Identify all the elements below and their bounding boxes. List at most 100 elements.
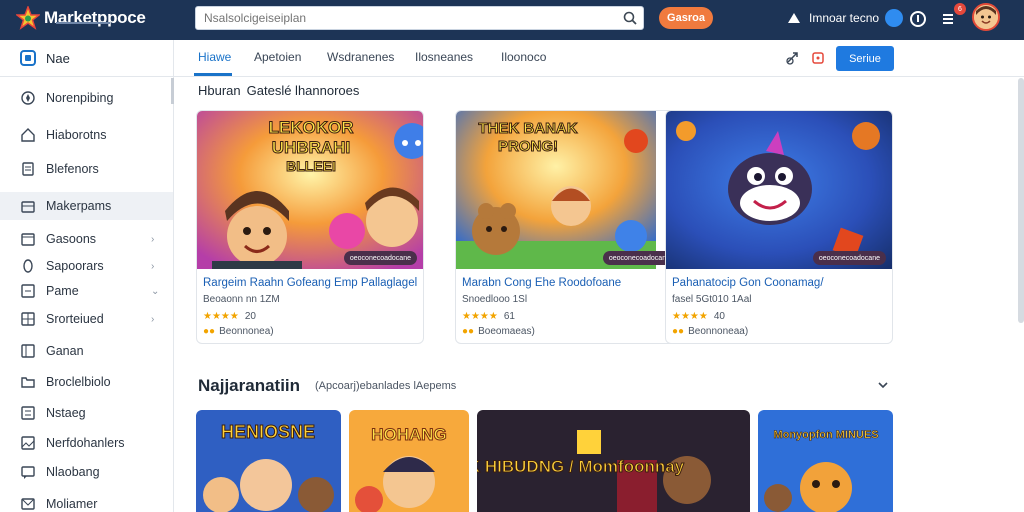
rating-stars: ★★★★ 61 [462, 311, 515, 322]
sidebar-item-label: Nerfdohanlers [46, 436, 125, 450]
tab-iloonoco[interactable]: Iloonoco [501, 50, 546, 64]
game-tile[interactable]: HENIOSNE [196, 410, 341, 512]
sidebar-item-hiaborotns[interactable]: Hiaborotns [0, 121, 173, 149]
search-input[interactable] [196, 7, 617, 29]
dots-icon: ●● [672, 326, 685, 337]
search-icon[interactable] [617, 7, 643, 29]
sidebar-item-label: Makerpams [46, 199, 112, 213]
search-box[interactable] [195, 6, 644, 30]
sidebar-item-nerfdohanlers[interactable]: Nerfdohanlers [0, 429, 173, 457]
sidebar-item-sapoorars[interactable]: Sapoorars › [0, 252, 173, 280]
brand-logo[interactable]: Marketppoce [16, 6, 146, 30]
sidebar-item-label: Srorteiued [46, 312, 104, 326]
cta-button[interactable]: Gasroa [659, 7, 713, 29]
sidebar-item-makerpams[interactable]: Makerpams [0, 192, 173, 220]
alert-icon[interactable] [810, 50, 826, 66]
card-meta: Snoedlooo 1Sl [462, 294, 528, 305]
game-artwork-image [666, 111, 892, 269]
rating-count: 20 [244, 311, 256, 322]
active-tab-indicator [194, 73, 232, 76]
help-icon[interactable] [909, 10, 927, 28]
book-icon [21, 344, 35, 358]
product-thumbnail[interactable] [666, 111, 892, 269]
game-tile[interactable]: Monyopfon MINUES [758, 410, 893, 512]
chevron-right-icon[interactable]: › [151, 261, 161, 272]
list-icon [21, 406, 35, 420]
game-artwork-image: HOHANG [349, 410, 469, 512]
card-title[interactable]: Pahanatocip Gon Coonamag/ [672, 277, 824, 289]
svg-text:Monyopfon MINUES: Monyopfon MINUES [773, 429, 878, 441]
sidebar-item-label: Gasoons [46, 232, 97, 246]
info-icon [23, 259, 33, 273]
card-tag: oeoconecoadocane [343, 251, 417, 265]
svg-text:HOHANG: HOHANG [371, 425, 447, 444]
card-extra-text: Boeomaeas) [478, 326, 535, 337]
rating-stars: ★★★★ 20 [203, 311, 256, 322]
sidebar-item-moliamer[interactable]: Moliamer [0, 490, 173, 512]
chevron-right-icon[interactable]: › [151, 234, 161, 245]
product-thumbnail[interactable]: LEKOKOR UHBRAHI BLLEEI [197, 111, 423, 269]
card-title[interactable]: Marabn Cong Ehe Roodofoane [462, 277, 621, 289]
document-icon [22, 162, 34, 176]
tab-ilosneanes[interactable]: Ilosneanes [415, 50, 473, 64]
sidebar-item-srorteiued[interactable]: Srorteiued › [0, 305, 173, 333]
card-meta: fasel 5Gt010 1Aal [672, 294, 752, 305]
chevron-down-icon[interactable]: ⌄ [151, 286, 161, 297]
sidebar-item-broclelbiolo[interactable]: Broclelbiolo [0, 368, 173, 396]
card-extra-text: Beonnonea) [219, 326, 274, 337]
sidebar-item-blefenors[interactable]: Blefenors [0, 155, 173, 183]
folder-icon [21, 377, 35, 388]
svg-text:UHBRAHI: UHBRAHI [272, 138, 350, 157]
chevron-right-icon[interactable]: › [151, 314, 161, 325]
sidebar-item-label: Ganan [46, 344, 84, 358]
tab-apetoien[interactable]: Apetoien [254, 50, 301, 64]
sidebar-header[interactable]: Nae [0, 40, 173, 77]
user-menu[interactable]: Imnoar tecno [787, 9, 904, 27]
sidebar-item-gasoons[interactable]: Gasoons › [0, 225, 173, 253]
card-art-title: THEK BANAK PRONG! [478, 120, 578, 156]
sidebar-item-norenpibing[interactable]: Norenpibing [0, 84, 173, 112]
sidebar-header-label: Nae [46, 50, 70, 66]
sidebar-item-nlaobang[interactable]: Nlaobang [0, 458, 173, 486]
svg-text:PRONG!: PRONG! [498, 138, 558, 155]
svg-text:LEKOKOR: LEKOKOR [269, 118, 354, 137]
sidebar-item-label: Moliamer [46, 497, 98, 511]
sidebar-item-label: Nstaeg [46, 406, 86, 420]
user-label: Imnoar tecno [809, 11, 880, 25]
store-icon [21, 201, 35, 213]
mail-icon [21, 498, 35, 510]
tab-wsdranenes[interactable]: Wsdranenes [327, 50, 394, 64]
primary-button[interactable]: Seriue [836, 46, 894, 71]
product-card[interactable]: THEK BANAK PRONG! oeoconecoadocane Marab… [455, 110, 683, 344]
sidebar-item-label: Blefenors [46, 162, 99, 176]
chevron-down-icon[interactable] [876, 378, 890, 392]
sidebar-item-label: Pame [46, 284, 79, 298]
rating-count: 61 [503, 311, 515, 322]
app-icon [20, 50, 36, 66]
svg-text:MANRBIK HIBUDNG / Momfoonnay: MANRBIK HIBUDNG / Momfoonnay [477, 457, 685, 476]
product-thumbnail[interactable]: THEK BANAK PRONG! [456, 111, 682, 269]
game-artwork-image: HENIOSNE [196, 410, 341, 512]
card-extra: ●● Boeomaeas) [462, 326, 535, 337]
avatar[interactable] [972, 3, 1000, 31]
sidebar-item-nstaeg[interactable]: Nstaeg [0, 399, 173, 427]
home-icon [21, 128, 35, 142]
product-card[interactable]: oeoconecoadocane Pahanatocip Gon Coonama… [665, 110, 893, 344]
tab-hiawe[interactable]: Hiawe [198, 50, 231, 64]
sidebar-item-pame[interactable]: Pame ⌄ [0, 277, 173, 305]
product-card[interactable]: LEKOKOR UHBRAHI BLLEEI oeoconecoadocane … [196, 110, 424, 344]
upload-icon[interactable] [787, 12, 801, 24]
share-icon[interactable] [785, 50, 801, 66]
svg-text:THEK BANAK: THEK BANAK [478, 120, 577, 137]
rating-stars: ★★★★ 40 [672, 311, 725, 322]
game-tile[interactable]: MANRBIK HIBUDNG / Momfoonnay [477, 410, 750, 512]
card-title[interactable]: Rargeim Raahn Gofeang Emp Pallaglagel [203, 277, 417, 289]
brand-tagline-bar [56, 22, 110, 24]
sidebar-item-ganan[interactable]: Ganan [0, 337, 173, 365]
game-tile[interactable]: HOHANG [349, 410, 469, 512]
main-scrollbar[interactable] [1018, 78, 1024, 323]
card-tag: oeoconecoadocane [812, 251, 886, 265]
section-subtitle: Gateslé lhannoroes [246, 83, 360, 98]
dots-icon: ●● [203, 326, 216, 337]
card-art-title: LEKOKOR UHBRAHI BLLEEI [268, 118, 354, 175]
